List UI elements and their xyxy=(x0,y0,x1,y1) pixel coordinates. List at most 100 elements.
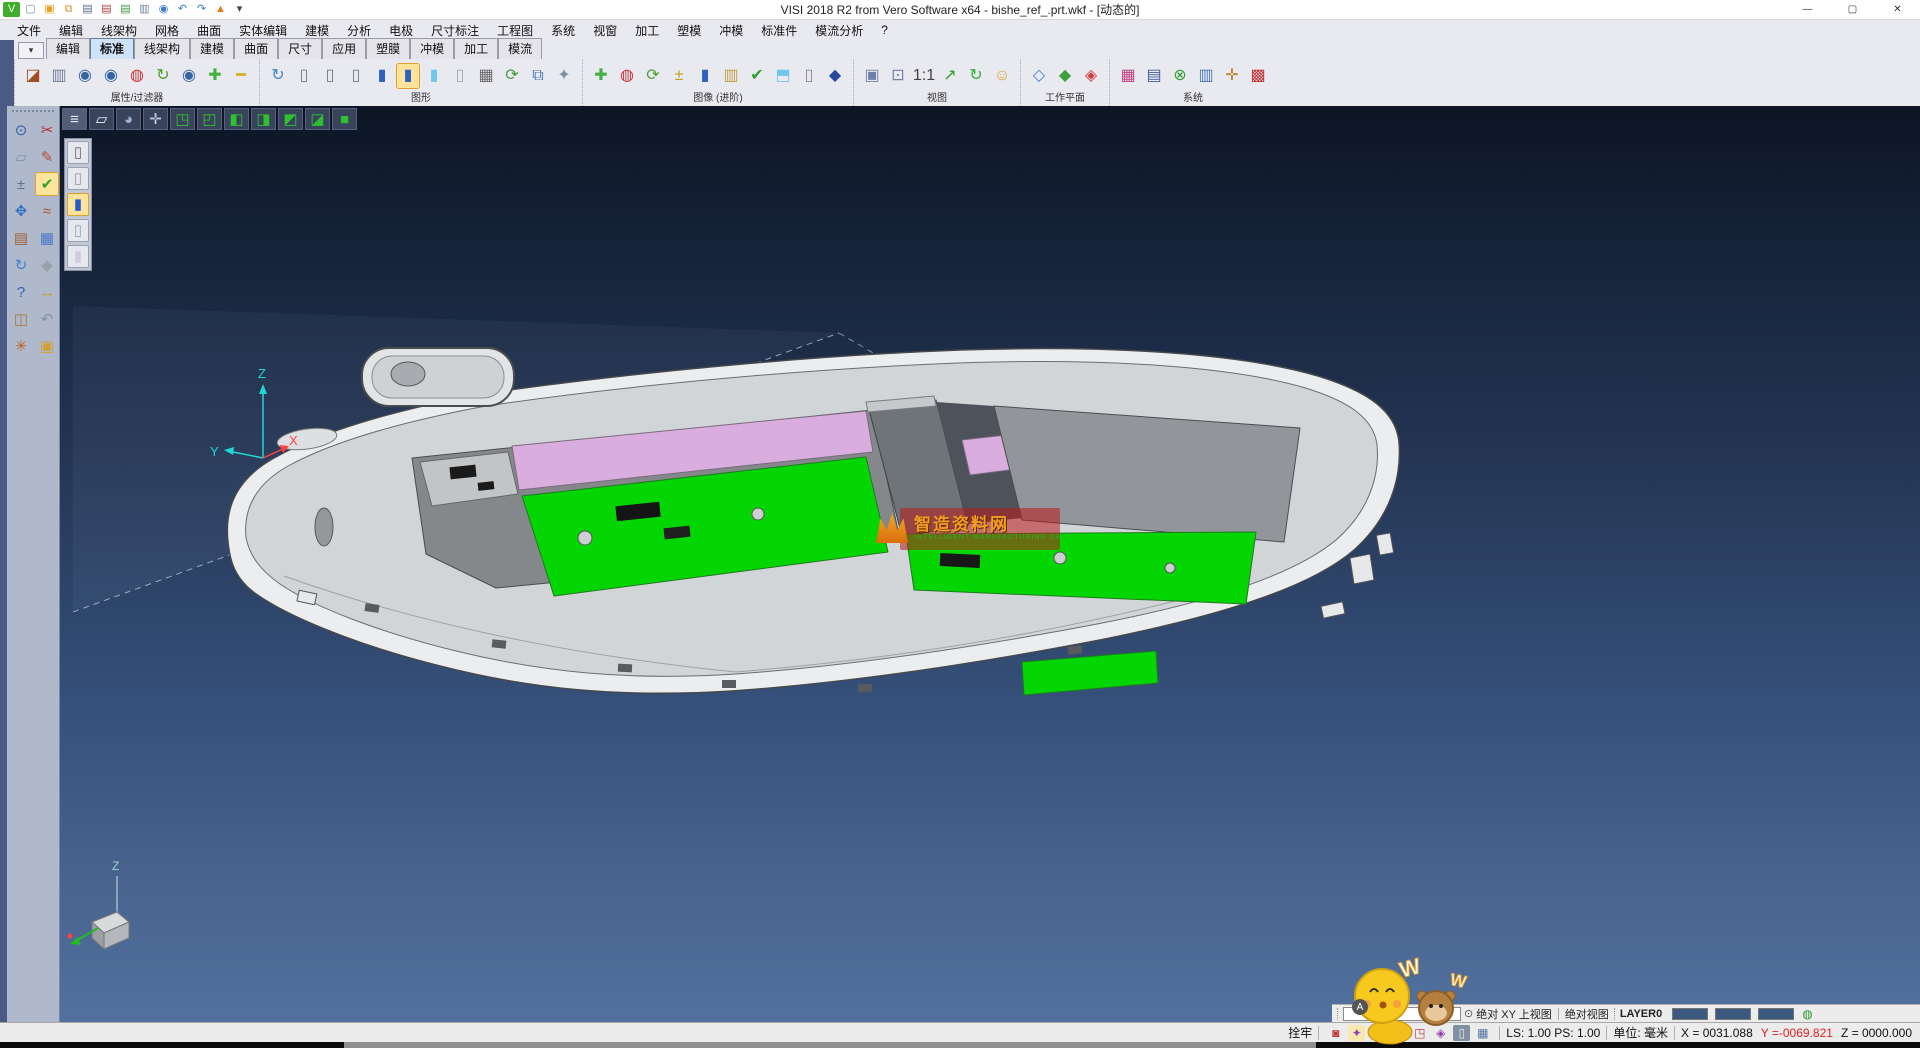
zoom-extents-icon[interactable]: ⊡ xyxy=(886,63,910,89)
preview-icon[interactable]: ◉ xyxy=(155,2,172,17)
view-iso-icon[interactable]: ◩ xyxy=(278,108,303,130)
minimize-button[interactable]: — xyxy=(1785,0,1830,20)
print-icon[interactable]: ▥ xyxy=(136,2,153,17)
tab-standard[interactable]: 标准 xyxy=(90,38,134,59)
status-grid-icon[interactable]: ▦ xyxy=(1474,1025,1491,1041)
tab-dropdown-button[interactable]: ▾ xyxy=(18,42,44,59)
view-back-icon[interactable]: ◪ xyxy=(305,108,330,130)
menu-item[interactable]: 标准件 xyxy=(752,20,806,41)
zoom-select-icon[interactable]: ± xyxy=(9,172,33,196)
shade-add-icon[interactable]: ✚ xyxy=(589,63,613,89)
viewport-3d[interactable]: Z Y X Z ≡▱◕✛◳◰◧◨◩◪■ ▯ xyxy=(60,106,1920,1022)
confirm-check-icon[interactable]: ✔ xyxy=(35,172,59,196)
calculator-icon[interactable]: ▤ xyxy=(1142,63,1166,89)
globe-icon[interactable]: ◍ xyxy=(1802,1007,1812,1021)
status-history-icon[interactable]: ◙ xyxy=(1327,1025,1344,1041)
window-config-icon[interactable]: ▥ xyxy=(1194,63,1218,89)
edit-curve-icon[interactable]: ✎ xyxy=(35,145,59,169)
cpl-view-icon[interactable]: ◈ xyxy=(1079,63,1103,89)
show-entity-icon[interactable]: ◉ xyxy=(73,63,97,89)
cylinder-copy-icon[interactable]: ⧉ xyxy=(526,63,550,89)
style-transparent-icon[interactable]: ▯ xyxy=(67,219,89,242)
undo-arrow-icon[interactable]: ↶ xyxy=(35,307,59,331)
save-as-icon[interactable]: ▤ xyxy=(98,2,115,17)
layer-swatch-3[interactable] xyxy=(1758,1008,1794,1020)
phone-housing-model[interactable] xyxy=(227,348,1399,695)
hide-minus-icon[interactable]: ━ xyxy=(229,63,253,89)
regen-graphics-icon[interactable]: ↻ xyxy=(266,63,290,89)
attributes-paint-icon[interactable]: ◪ xyxy=(21,63,45,89)
tab-modeling[interactable]: 建模 xyxy=(190,38,234,59)
maximize-button[interactable]: ▢ xyxy=(1830,0,1875,20)
tab-machining[interactable]: 加工 xyxy=(454,38,498,59)
cylinder-dashed-icon[interactable]: ▯ xyxy=(344,63,368,89)
menu-item[interactable]: 塑模 xyxy=(668,20,710,41)
save-all-icon[interactable]: ▤ xyxy=(117,2,134,17)
filter-page-icon[interactable]: ▥ xyxy=(47,63,71,89)
tab-surface[interactable]: 曲面 xyxy=(234,38,278,59)
save-icon[interactable]: ▤ xyxy=(79,2,96,17)
refresh-visibility-icon[interactable]: ↻ xyxy=(151,63,175,89)
options-compass-icon[interactable]: ✳ xyxy=(9,334,33,358)
undo-icon[interactable]: ↶ xyxy=(174,2,191,17)
cpl-entity-icon[interactable]: ◆ xyxy=(1053,63,1077,89)
status-touch-icon[interactable]: ➤ xyxy=(1369,1025,1386,1041)
tab-application[interactable]: 应用 xyxy=(322,38,366,59)
shade-refresh-icon[interactable]: ⟳ xyxy=(641,63,665,89)
cylinder-refresh-icon[interactable]: ⟳ xyxy=(500,63,524,89)
surface-plane-icon[interactable]: ▱ xyxy=(9,145,33,169)
hide-entity-icon[interactable]: ◉ xyxy=(99,63,123,89)
style-shaded-icon[interactable]: ▮ xyxy=(67,193,89,216)
view-menu-icon[interactable]: ≡ xyxy=(62,108,87,130)
shade-traffic-icon[interactable]: ◍ xyxy=(615,63,639,89)
cylinder-flat-icon[interactable]: ▯ xyxy=(448,63,472,89)
view-direction-icon[interactable]: ↗ xyxy=(938,63,962,89)
cpl-standard-icon[interactable]: ◇ xyxy=(1027,63,1051,89)
layer-swatch-1[interactable] xyxy=(1672,1008,1708,1020)
cylinder-hatch-icon[interactable]: ▦ xyxy=(474,63,498,89)
cylinder-tag-icon[interactable]: ⬒ xyxy=(771,63,795,89)
toggle-visibility-icon[interactable]: ◉ xyxy=(177,63,201,89)
menu-item[interactable]: 加工 xyxy=(626,20,668,41)
help-icon[interactable]: ? xyxy=(9,280,33,304)
close-button[interactable]: ✕ xyxy=(1875,0,1920,20)
matrix-grid-icon[interactable]: ▩ xyxy=(1246,63,1270,89)
style-wireframe-icon[interactable]: ▯ xyxy=(67,141,89,164)
measure-icon[interactable]: ↔ xyxy=(35,280,59,304)
system-tools-icon[interactable]: ⊗ xyxy=(1168,63,1192,89)
refresh-icon[interactable]: ↻ xyxy=(9,253,33,277)
menu-item[interactable]: 文件 xyxy=(8,20,50,41)
menu-item[interactable]: 模流分析 xyxy=(806,20,872,41)
cylinder-shaded-edges-icon[interactable]: ▮ xyxy=(396,63,420,89)
show-plus-icon[interactable]: ✚ xyxy=(203,63,227,89)
view-front-icon[interactable]: ◰ xyxy=(197,108,222,130)
status-help-icon[interactable]: ? xyxy=(1390,1025,1407,1041)
cylinder-wireframe-icon[interactable]: ▯ xyxy=(292,63,316,89)
cube-dark-icon[interactable]: ◆ xyxy=(823,63,847,89)
scene-canvas[interactable]: Z Y X Z xyxy=(60,106,1920,1022)
menu-item[interactable]: 系统 xyxy=(542,20,584,41)
active-layer-label[interactable]: LAYER0 xyxy=(1620,1008,1662,1020)
cylinder-hidden-line-icon[interactable]: ▯ xyxy=(318,63,342,89)
status-wand-icon[interactable]: ✦ xyxy=(1348,1025,1365,1041)
redo-icon[interactable]: ↷ xyxy=(193,2,210,17)
view-left-icon[interactable]: ◧ xyxy=(224,108,249,130)
cylinder-shaded-icon[interactable]: ▮ xyxy=(370,63,394,89)
trash-icon[interactable]: ◫ xyxy=(9,307,33,331)
tab-edit[interactable]: 编辑 xyxy=(46,38,90,59)
tab-die[interactable]: 冲模 xyxy=(410,38,454,59)
import-pages-icon[interactable]: ⧉ xyxy=(60,2,77,17)
cylinder-check-icon[interactable]: ✔ xyxy=(745,63,769,89)
open-project-icon[interactable]: ▣ xyxy=(35,334,59,358)
shade-plusminus-icon[interactable]: ± xyxy=(667,63,691,89)
sidebar-drag-handle[interactable] xyxy=(12,110,54,114)
tab-dimension[interactable]: 尺寸 xyxy=(278,38,322,59)
view-top-icon[interactable]: ◳ xyxy=(170,108,195,130)
search-zoom-icon[interactable]: ⊙ xyxy=(9,118,33,142)
graphics-settings-icon[interactable]: ✦ xyxy=(552,63,576,89)
color-palette-icon[interactable]: ▦ xyxy=(1116,63,1140,89)
solid-cube-icon[interactable]: ◆ xyxy=(35,253,59,277)
tab-wireframe[interactable]: 线架构 xyxy=(134,38,190,59)
menu-item[interactable]: ? xyxy=(872,21,897,39)
open-folder-icon[interactable]: ▣ xyxy=(41,2,58,17)
